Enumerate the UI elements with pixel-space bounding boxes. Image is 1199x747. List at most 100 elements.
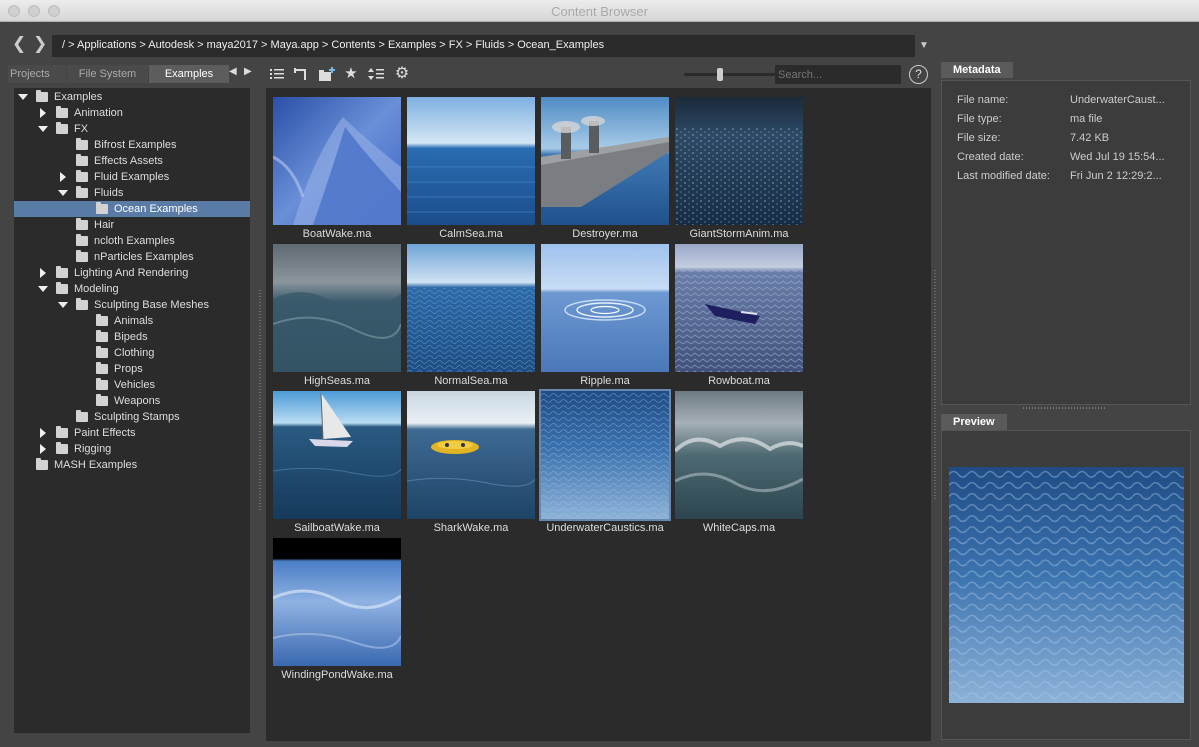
tree-item[interactable]: Sculpting Stamps (14, 409, 250, 425)
tree-item[interactable]: Vehicles (14, 377, 250, 393)
tree-item[interactable]: Animation (14, 105, 250, 121)
slider-handle[interactable] (716, 68, 723, 81)
expand-arrow-icon[interactable] (58, 169, 68, 185)
list-view-icon[interactable] (269, 66, 285, 82)
file-thumbnail-item[interactable]: UnderwaterCaustics.ma (539, 389, 671, 538)
thumbnail-image[interactable] (539, 389, 671, 521)
file-thumbnail-item[interactable]: Destroyer.ma (541, 97, 669, 244)
tree-item[interactable]: Fluid Examples (14, 169, 250, 185)
tab-examples[interactable]: Examples (149, 65, 229, 83)
content-browser-window: Content Browser ❮ ❯ / > Applications > A… (0, 0, 1199, 747)
tree-item[interactable]: Ocean Examples (14, 201, 250, 217)
expand-arrow-icon[interactable] (38, 425, 48, 441)
window-title: Content Browser (551, 4, 648, 19)
settings-gear-icon[interactable]: ⚙ (394, 66, 410, 82)
thumbnail-image[interactable] (273, 244, 401, 372)
tab-scroll-right-icon[interactable]: ▶ (244, 66, 252, 77)
tab-projects[interactable]: Projects (8, 65, 66, 83)
file-name-label: BoatWake.ma (302, 228, 372, 240)
tree-item[interactable]: Fluids (14, 185, 250, 201)
file-thumbnail-item[interactable]: SharkWake.ma (407, 391, 535, 538)
file-thumbnail-item[interactable]: Rowboat.ma (675, 244, 803, 391)
collapse-arrow-icon[interactable] (18, 89, 28, 105)
metadata-key: File type: (957, 113, 1002, 125)
thumbnail-size-slider[interactable] (684, 68, 784, 81)
search-input[interactable] (775, 65, 901, 84)
tree-item[interactable]: Modeling (14, 281, 250, 297)
tab-scroll-left-icon[interactable]: ◀ (229, 66, 237, 77)
collapse-arrow-icon[interactable] (38, 281, 48, 297)
tree-item[interactable]: nParticles Examples (14, 249, 250, 265)
help-icon[interactable]: ? (909, 65, 928, 84)
file-thumbnail-item[interactable]: WindingPondWake.ma (273, 538, 401, 685)
tree-item[interactable]: Paint Effects (14, 425, 250, 441)
file-thumbnail-item[interactable]: HighSeas.ma (273, 244, 401, 391)
expand-arrow-icon[interactable] (38, 265, 48, 281)
path-dropdown-icon[interactable]: ▼ (919, 40, 929, 51)
tree-item[interactable]: Weapons (14, 393, 250, 409)
thumbnail-image[interactable] (273, 538, 401, 666)
tree-item[interactable]: Lighting And Rendering (14, 265, 250, 281)
metadata-tab[interactable]: Metadata (941, 62, 1013, 78)
folder-icon (36, 90, 48, 102)
back-arrow-icon[interactable]: ❮ (12, 35, 26, 53)
tree-item-label: Weapons (114, 395, 161, 407)
tree-item[interactable]: Bipeds (14, 329, 250, 345)
thumbnail-image[interactable] (541, 244, 669, 372)
tree-item[interactable]: Hair (14, 217, 250, 233)
file-thumbnail-item[interactable]: NormalSea.ma (407, 244, 535, 391)
thumbnail-image[interactable] (407, 244, 535, 372)
expand-arrow-icon[interactable] (38, 105, 48, 121)
path-field[interactable]: / > Applications > Autodesk > maya2017 >… (52, 35, 915, 57)
panel-splitter[interactable] (1023, 407, 1105, 409)
tree-item[interactable]: Sculpting Base Meshes (14, 297, 250, 313)
file-thumbnail-item[interactable]: GiantStormAnim.ma (675, 97, 803, 244)
tab-file-system[interactable]: File System (67, 65, 148, 83)
tree-item[interactable]: FX (14, 121, 250, 137)
metadata-row: File size: 7.42 KB (957, 132, 1187, 148)
tree-item[interactable]: Examples (14, 89, 250, 105)
thumbnail-image[interactable] (407, 391, 535, 519)
right-splitter[interactable] (934, 270, 936, 500)
tree-item-label: Fluid Examples (94, 171, 170, 183)
thumbnail-image[interactable] (675, 391, 803, 519)
metadata-value: UnderwaterCaust... (1070, 94, 1165, 106)
tree-item[interactable]: ncloth Examples (14, 233, 250, 249)
thumbnail-image[interactable] (273, 97, 401, 225)
thumbnail-image[interactable] (675, 97, 803, 225)
collapse-arrow-icon[interactable] (38, 121, 48, 137)
left-splitter[interactable] (259, 290, 261, 510)
collapse-arrow-icon[interactable] (58, 297, 68, 313)
tree-item[interactable]: Props (14, 361, 250, 377)
file-thumbnail-item[interactable]: BoatWake.ma (273, 97, 401, 244)
thumbnail-image[interactable] (675, 244, 803, 372)
tree-item[interactable]: Effects Assets (14, 153, 250, 169)
parent-folder-icon[interactable] (293, 66, 309, 82)
thumbnail-image[interactable] (407, 97, 535, 225)
thumbnail-image[interactable] (273, 391, 401, 519)
tree-item-label: Bifrost Examples (94, 139, 177, 151)
expand-arrow-icon[interactable] (38, 441, 48, 457)
collapse-arrow-icon[interactable] (58, 185, 68, 201)
tree-item[interactable]: Bifrost Examples (14, 137, 250, 153)
folder-icon (96, 330, 108, 342)
tree-item[interactable]: MASH Examples (14, 457, 250, 473)
favorite-star-icon[interactable]: ★ (343, 66, 359, 82)
tree-item[interactable]: Rigging (14, 441, 250, 457)
file-name-label: HighSeas.ma (303, 375, 371, 387)
metadata-value: ma file (1070, 113, 1103, 125)
file-grid: BoatWake.ma CalmSea.ma Destroyer.ma GiantSt… (266, 88, 931, 741)
thumbnail-image[interactable] (541, 97, 669, 225)
file-thumbnail-item[interactable]: WhiteCaps.ma (675, 391, 803, 538)
file-name-label: SharkWake.ma (433, 522, 509, 534)
tree-item[interactable]: Clothing (14, 345, 250, 361)
preview-image (949, 467, 1184, 703)
tree-item[interactable]: Animals (14, 313, 250, 329)
new-folder-icon[interactable] (318, 66, 335, 82)
file-thumbnail-item[interactable]: SailboatWake.ma (273, 391, 401, 538)
file-thumbnail-item[interactable]: Ripple.ma (541, 244, 669, 391)
sort-icon[interactable] (367, 66, 384, 82)
file-thumbnail-item[interactable]: CalmSea.ma (407, 97, 535, 244)
preview-tab[interactable]: Preview (941, 414, 1007, 430)
forward-arrow-icon[interactable]: ❯ (33, 35, 47, 53)
